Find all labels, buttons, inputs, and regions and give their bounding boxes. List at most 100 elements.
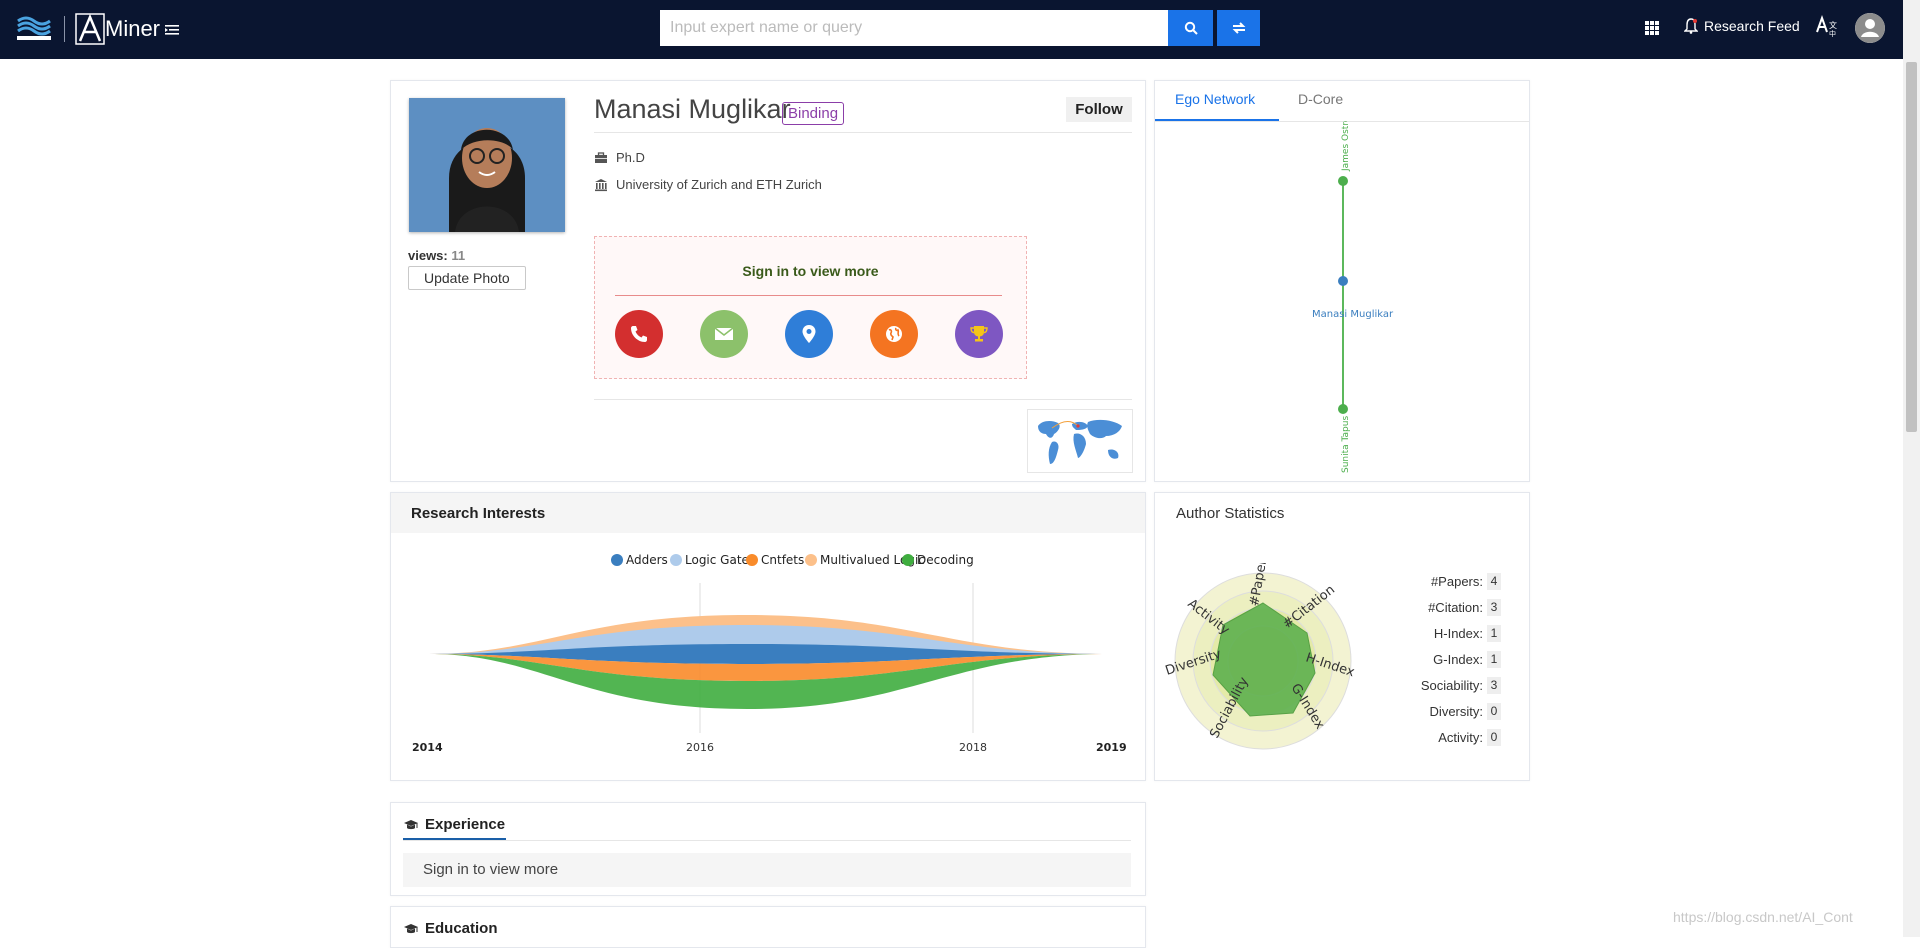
globe-icon — [886, 326, 902, 342]
legend-marker[interactable] — [670, 554, 682, 566]
legend-marker[interactable] — [611, 554, 623, 566]
stat-value: 4 — [1487, 573, 1501, 590]
awards-button[interactable] — [955, 310, 1003, 358]
stat-label: H-Index: — [1433, 626, 1483, 641]
chart-legend: Adders Logic Gates Cntfets Multivalued Logi… — [611, 553, 974, 567]
svg-text:文: 文 — [1829, 20, 1837, 30]
education-card: Education — [390, 906, 1146, 948]
stat-row: H-Index: 1 — [1365, 625, 1505, 643]
ego-network-graph[interactable]: James Ostros Manasi Muglikar Sunita Tapu… — [1155, 121, 1529, 479]
search-input[interactable] — [660, 10, 1168, 46]
email-button[interactable] — [700, 310, 748, 358]
user-icon — [1855, 13, 1885, 43]
legend-marker[interactable] — [805, 554, 817, 566]
views-count: 11 — [451, 248, 466, 263]
ego-network-card: Ego Network D-Core James Ostros Manasi M… — [1154, 80, 1530, 482]
stat-row: Activity: 0 — [1365, 729, 1505, 747]
network-center-node[interactable] — [1338, 276, 1348, 286]
research-interests-header: Research Interests — [391, 493, 1145, 533]
world-map-thumbnail[interactable] — [1027, 409, 1133, 473]
legend-marker[interactable] — [902, 554, 914, 566]
stat-row: Diversity: 0 — [1365, 703, 1505, 721]
follow-button[interactable]: Follow — [1066, 97, 1132, 122]
phone-button[interactable] — [615, 310, 663, 358]
legend-marker[interactable] — [746, 554, 758, 566]
stat-label: G-Index: — [1433, 652, 1483, 667]
signin-divider — [615, 295, 1002, 296]
position-row: Ph.D — [594, 150, 645, 165]
x-tick-label: 2019 — [1096, 741, 1127, 754]
update-photo-button[interactable]: Update Photo — [408, 266, 526, 290]
research-feed-link[interactable]: Research Feed — [1684, 18, 1800, 34]
watermark-text: https://blog.csdn.net/AI_Cont — [1673, 909, 1853, 925]
x-tick-label: 2014 — [412, 741, 443, 754]
location-button[interactable] — [785, 310, 833, 358]
network-node-label: Sunita Tapus — [1341, 416, 1351, 473]
apps-grid-icon[interactable] — [1644, 20, 1660, 36]
stat-row: G-Index: 1 — [1365, 651, 1505, 669]
search-icon — [1184, 21, 1198, 35]
aminer-logo[interactable]: Miner — [75, 13, 160, 45]
profile-photo — [409, 98, 565, 232]
stat-label: #Papers: — [1430, 574, 1483, 589]
education-title: Education — [425, 920, 498, 937]
legend-label[interactable]: Cntfets — [761, 553, 804, 567]
bell-icon — [1684, 18, 1698, 34]
logo-divider — [64, 16, 65, 42]
author-statistics-card: Author Statistics #Papers #Citation H-In… — [1154, 492, 1530, 781]
contact-signin-box: Sign in to view more — [594, 236, 1027, 379]
logo-group[interactable]: Miner — [14, 12, 160, 46]
legend-label[interactable]: Adders — [626, 553, 668, 567]
graduation-cap-icon — [404, 819, 418, 829]
network-tabs: Ego Network D-Core — [1155, 81, 1529, 122]
affiliation-text: University of Zurich and ETH Zurich — [616, 177, 822, 192]
legend-label[interactable]: Decoding — [917, 553, 974, 567]
experience-header: Experience — [403, 816, 505, 833]
trophy-icon — [970, 326, 988, 342]
stat-label: Diversity: — [1429, 704, 1483, 719]
search-button[interactable] — [1168, 10, 1213, 46]
briefcase-icon — [595, 151, 607, 163]
tab-d-core[interactable]: D-Core — [1298, 91, 1343, 107]
network-node[interactable] — [1338, 176, 1348, 186]
name-divider — [594, 132, 1132, 133]
tab-ego-network[interactable]: Ego Network — [1175, 91, 1255, 107]
stat-label: Sociability: — [1420, 678, 1483, 693]
binding-badge[interactable]: Binding — [782, 102, 845, 125]
email-icon — [714, 327, 734, 340]
stat-label: Activity: — [1438, 730, 1483, 745]
experience-title: Experience — [425, 816, 506, 833]
stat-value: 1 — [1487, 625, 1501, 642]
partner-logo-icon[interactable] — [14, 13, 54, 45]
research-feed-label: Research Feed — [1704, 18, 1800, 34]
menu-icon[interactable] — [164, 22, 180, 38]
legend-label[interactable]: Logic Gates — [685, 553, 755, 567]
scrollbar-thumb[interactable] — [1906, 62, 1917, 432]
phone-icon — [631, 326, 647, 342]
experience-signin-link[interactable]: Sign in to view more — [403, 853, 1131, 887]
homepage-button[interactable] — [870, 310, 918, 358]
network-node[interactable] — [1338, 404, 1348, 414]
stat-value: 3 — [1487, 677, 1501, 694]
aminer-a-icon — [75, 13, 105, 45]
switch-search-button[interactable] — [1217, 10, 1260, 46]
x-tick-label: 2018 — [959, 741, 987, 754]
world-map-icon — [1038, 419, 1122, 464]
signin-view-more-link[interactable]: Sign in to view more — [595, 263, 1026, 279]
research-interests-chart[interactable]: Adders Logic Gates Cntfets Multivalued Logi… — [391, 533, 1145, 780]
education-header: Education — [403, 920, 498, 937]
stat-row: Sociability: 3 — [1365, 677, 1505, 695]
search-bar — [660, 10, 1260, 46]
language-icon[interactable]: 文 中 — [1815, 14, 1839, 38]
experience-card: Experience Sign in to view more — [390, 802, 1146, 896]
user-avatar[interactable] — [1855, 13, 1885, 43]
top-navbar: Miner Input expert name or query Researc… — [0, 0, 1920, 59]
profile-divider — [594, 399, 1132, 400]
page-scrollbar[interactable] — [1903, 0, 1920, 937]
svg-text:中: 中 — [1829, 29, 1836, 38]
experience-underline — [403, 838, 506, 840]
stat-label: #Citation: — [1428, 600, 1483, 615]
graduation-cap-icon — [404, 923, 418, 933]
research-interests-title: Research Interests — [411, 505, 546, 522]
author-radar-chart[interactable]: #Papers #Citation H-Index G-Index Sociab… — [1165, 563, 1361, 759]
